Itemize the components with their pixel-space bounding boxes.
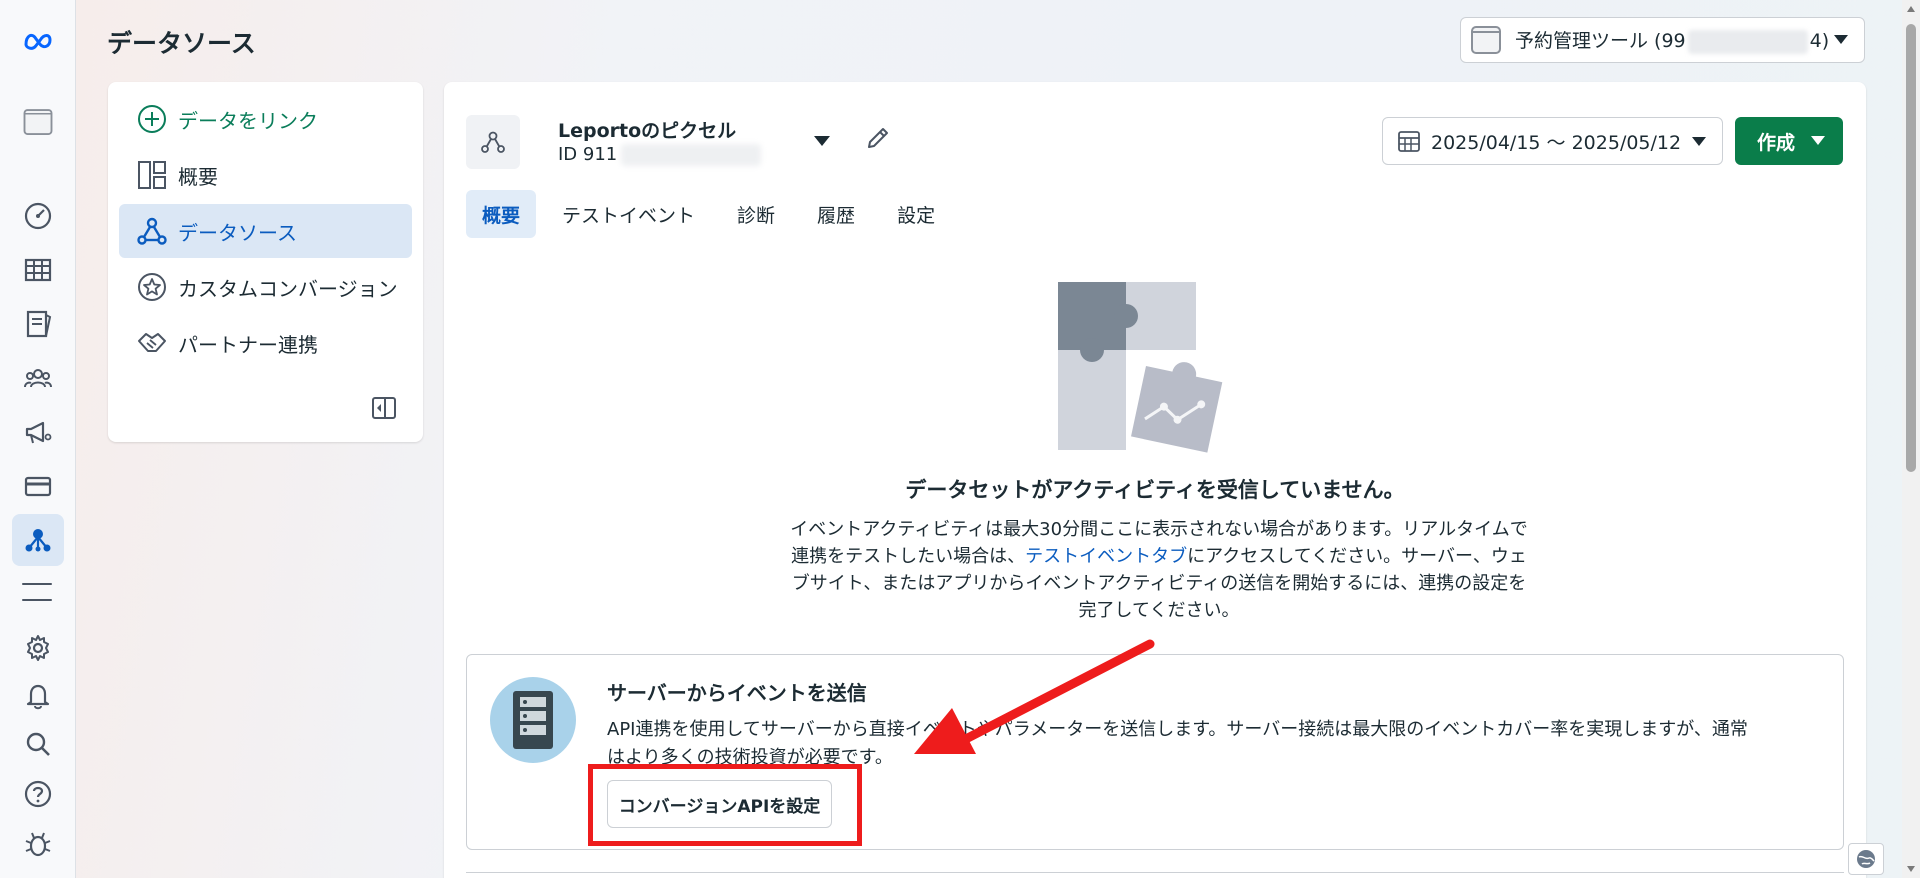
chevron-down-icon <box>1692 137 1706 146</box>
empty-desc-line-4: 完了してください。 <box>1078 600 1240 621</box>
scroll-down-arrow-icon[interactable] <box>1907 866 1915 872</box>
create-button-label: 作成 <box>1757 131 1796 154</box>
data-sources-nav: データをリンク 概要 データソース カスタムコンバージョン パートナー連携 <box>108 82 423 442</box>
nav-data-sources[interactable]: データソース <box>119 204 412 258</box>
settings-icon[interactable] <box>0 622 76 674</box>
menu-icon-line-1 <box>22 583 52 585</box>
nav-partner-integrations-label: パートナー連携 <box>178 332 318 357</box>
empty-desc-line-3: ブサイト、またはアプリからイベントアクティビティの送信を開始するには、連携の設定… <box>791 573 1527 594</box>
ads-icon[interactable] <box>0 406 76 458</box>
nav-link-data[interactable]: データをリンク <box>119 92 412 146</box>
empty-desc-line-2a: 連携をテストしたい場合は、 <box>791 546 1026 567</box>
pixel-icon <box>466 115 520 169</box>
dashboard-icon[interactable] <box>0 190 76 242</box>
data-sources-icon[interactable] <box>12 514 64 566</box>
redacted-pixel-id <box>621 144 762 166</box>
nav-overview[interactable]: 概要 <box>119 148 412 202</box>
globe-icon[interactable] <box>1848 843 1884 875</box>
server-desc-line-1: API連携を使用してサーバーから直接イベントやパラメーターを送信します。サーバー… <box>607 719 1748 740</box>
nav-overview-label: 概要 <box>178 164 218 189</box>
pixel-id-prefix: ID 911 <box>558 144 618 165</box>
catalog-icon[interactable] <box>0 298 76 350</box>
menu-icon-line-2 <box>22 599 52 601</box>
help-icon[interactable] <box>0 768 76 820</box>
account-label-prefix: 予約管理ツール (99 <box>1515 30 1686 53</box>
calendar-icon <box>1398 131 1420 152</box>
page-scrollbar[interactable] <box>1902 0 1920 878</box>
chevron-down-icon <box>1834 35 1848 44</box>
red-highlight-box <box>588 764 862 846</box>
red-annotation-arrow <box>914 639 1155 754</box>
tab-diagnostics[interactable]: 診断 <box>721 190 791 238</box>
pixel-dropdown-chevron-icon[interactable] <box>814 136 830 146</box>
tab-history[interactable]: 履歴 <box>801 190 871 238</box>
empty-state-description: イベントアクティビティは最大30分間ここに表示されない場合があります。リアルタイ… <box>764 516 1554 624</box>
data-sources-icon <box>137 217 167 245</box>
tab-overview[interactable]: 概要 <box>466 190 537 238</box>
empty-state-title: データセットがアクティビティを受信していません。 <box>905 478 1405 502</box>
date-range-label: 2025/04/15 〜 2025/05/12 <box>1431 131 1682 154</box>
billing-icon[interactable] <box>0 460 76 512</box>
server-card-title: サーバーからイベントを送信 <box>607 681 867 705</box>
scroll-up-arrow-icon[interactable] <box>1907 6 1915 12</box>
notifications-icon[interactable] <box>0 670 76 722</box>
server-icon <box>490 677 576 763</box>
meta-logo-icon[interactable] <box>0 14 76 66</box>
nav-partner-integrations[interactable]: パートナー連携 <box>119 316 412 370</box>
business-account-icon[interactable] <box>0 96 76 148</box>
pixel-id: ID 911 <box>558 144 762 166</box>
debug-icon[interactable] <box>0 818 76 870</box>
test-events-tab-link[interactable]: テストイベントタブ <box>1025 546 1187 567</box>
date-range-picker[interactable]: 2025/04/15 〜 2025/05/12 <box>1382 117 1723 165</box>
star-circle-icon <box>138 273 166 301</box>
account-label-suffix: 4) <box>1809 30 1830 53</box>
collapse-panel-icon[interactable] <box>371 396 397 420</box>
next-card-edge <box>466 872 1844 878</box>
add-circle-icon <box>138 105 166 133</box>
scrollbar-thumb[interactable] <box>1906 24 1916 472</box>
business-account-icon <box>1471 26 1501 54</box>
tab-settings[interactable]: 設定 <box>881 190 951 238</box>
handshake-icon <box>138 333 166 352</box>
empty-desc-line-1: イベントアクティビティは最大30分間ここに表示されない場合があります。リアルタイ… <box>790 519 1528 540</box>
empty-desc-line-2b: にアクセスしてください。サーバー、ウェ <box>1187 546 1527 567</box>
nav-link-data-label: データをリンク <box>178 108 318 133</box>
page-title: データソース <box>107 29 256 58</box>
chevron-down-icon <box>1811 136 1825 145</box>
pixel-name: Leportoのピクセル <box>558 120 737 142</box>
create-button[interactable]: 作成 <box>1735 117 1843 165</box>
search-icon[interactable] <box>0 718 76 770</box>
nav-data-sources-label: データソース <box>178 220 297 245</box>
layout-icon <box>138 161 166 189</box>
dataset-tabs: 概要 テストイベント 診断 履歴 設定 <box>466 190 961 238</box>
table-icon[interactable] <box>0 244 76 296</box>
nav-custom-conversions[interactable]: カスタムコンバージョン <box>119 260 412 314</box>
puzzle-illustration <box>1058 282 1223 453</box>
edit-pencil-icon[interactable] <box>864 124 892 152</box>
redacted-account-id <box>1687 29 1808 54</box>
left-rail <box>0 0 76 878</box>
audience-icon[interactable] <box>0 352 76 404</box>
tab-test-events[interactable]: テストイベント <box>546 190 711 238</box>
nav-custom-conversions-label: カスタムコンバージョン <box>178 276 398 301</box>
account-selector[interactable]: 予約管理ツール (99 4) <box>1460 17 1865 63</box>
